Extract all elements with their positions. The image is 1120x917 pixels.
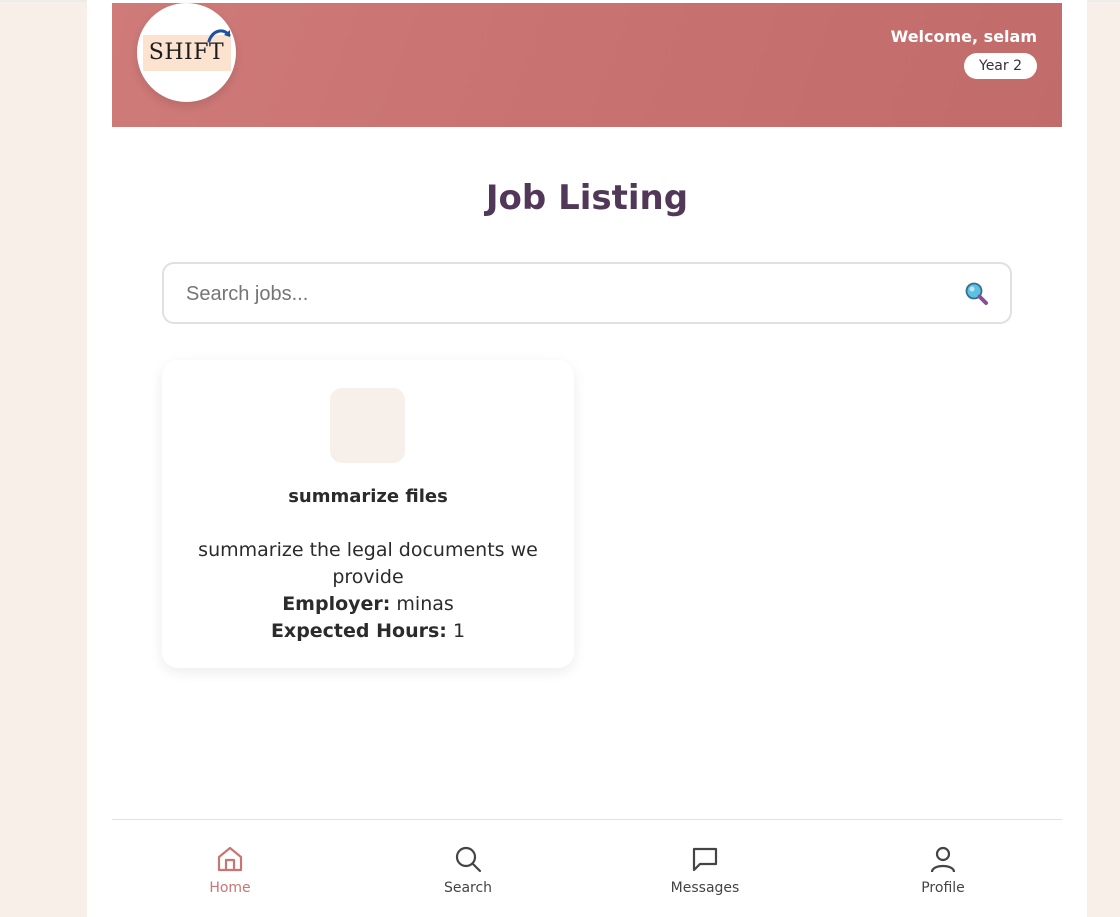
search-input[interactable]	[184, 264, 948, 324]
search-bar	[162, 262, 1012, 324]
curved-arrow-icon	[207, 28, 230, 42]
nav-label-profile: Profile	[921, 880, 965, 896]
logo[interactable]: SHIFT	[137, 3, 236, 102]
logo-badge: SHIFT	[142, 28, 231, 71]
header-banner: SHIFT Welcome, selam Year 2	[112, 3, 1062, 127]
nav-item-home[interactable]: Home	[170, 845, 290, 896]
nav-label-search: Search	[443, 880, 493, 896]
magnifier-icon[interactable]	[964, 281, 990, 307]
job-title: summarize files	[288, 486, 448, 507]
page-title: Job Listing	[485, 178, 689, 218]
nav-item-profile[interactable]: Profile	[883, 845, 1003, 896]
nav-divider	[112, 819, 1062, 820]
nav-label-home: Home	[209, 880, 251, 896]
home-icon	[217, 846, 243, 872]
employer-value: minas	[396, 593, 454, 615]
job-details: summarize the legal documents we provide…	[192, 537, 544, 645]
hours-label: Expected Hours:	[270, 620, 447, 642]
app-page: SHIFT Welcome, selam Year 2 Job Listing …	[87, 0, 1087, 917]
job-description: summarize the legal documents we provide	[198, 539, 538, 588]
job-hours-row: Expected Hours: 1	[192, 618, 544, 645]
nav-item-search[interactable]: Search	[408, 845, 528, 896]
employer-label: Employer:	[282, 593, 391, 615]
nav-label-messages: Messages	[670, 880, 740, 896]
year-badge: Year 2	[964, 53, 1037, 79]
welcome-text: Welcome, selam	[890, 27, 1037, 46]
job-thumbnail	[330, 388, 405, 463]
job-employer-row: Employer: minas	[192, 591, 544, 618]
nav-item-messages[interactable]: Messages	[645, 845, 765, 896]
user-icon	[930, 846, 956, 873]
hours-value: 1	[452, 620, 466, 642]
job-card[interactable]: summarize files summarize the legal docu…	[162, 360, 574, 668]
search-icon	[455, 846, 482, 873]
message-icon	[692, 847, 718, 872]
